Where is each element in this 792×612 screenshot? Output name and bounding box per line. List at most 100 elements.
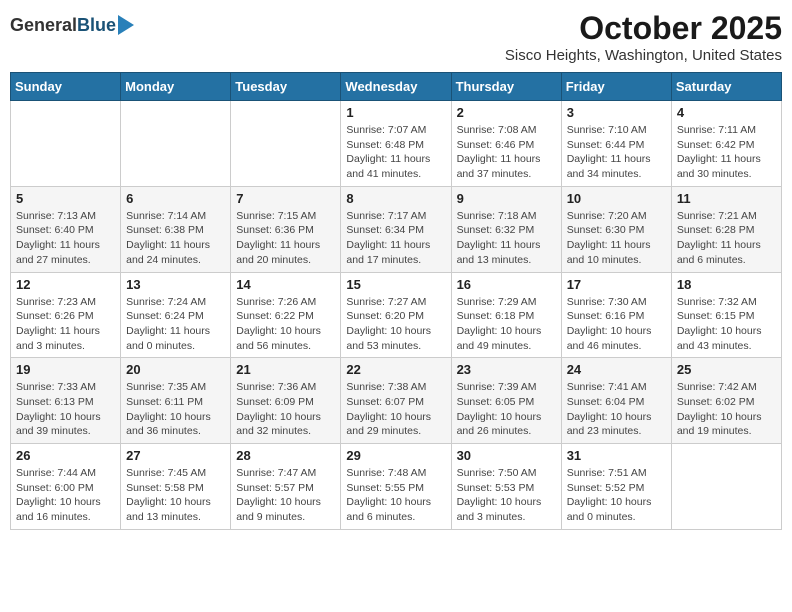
day-info: Sunrise: 7:44 AM Sunset: 6:00 PM Dayligh…: [16, 466, 115, 525]
day-number: 27: [126, 448, 225, 463]
day-number: 18: [677, 277, 776, 292]
day-info: Sunrise: 7:20 AM Sunset: 6:30 PM Dayligh…: [567, 209, 666, 268]
header-friday: Friday: [561, 73, 671, 101]
logo-general: General: [10, 15, 77, 36]
calendar-cell: 26 Sunrise: 7:44 AM Sunset: 6:00 PM Dayli…: [11, 444, 121, 530]
calendar-cell: 12 Sunrise: 7:23 AM Sunset: 6:26 PM Dayli…: [11, 272, 121, 358]
calendar-cell: 15 Sunrise: 7:27 AM Sunset: 6:20 PM Dayli…: [341, 272, 451, 358]
day-number: 4: [677, 105, 776, 120]
calendar-week-row: 1 Sunrise: 7:07 AM Sunset: 6:48 PM Daylig…: [11, 101, 782, 187]
day-info: Sunrise: 7:42 AM Sunset: 6:02 PM Dayligh…: [677, 380, 776, 439]
day-info: Sunrise: 7:10 AM Sunset: 6:44 PM Dayligh…: [567, 123, 666, 182]
header-thursday: Thursday: [451, 73, 561, 101]
calendar-cell: 10Sunrise: 7:20 AM Sunset: 6:30 PM Dayli…: [561, 186, 671, 272]
day-info: Sunrise: 7:32 AM Sunset: 6:15 PM Dayligh…: [677, 295, 776, 354]
day-number: 6: [126, 191, 225, 206]
day-info: Sunrise: 7:23 AM Sunset: 6:26 PM Dayligh…: [16, 295, 115, 354]
day-number: 24: [567, 362, 666, 377]
calendar-cell: 29 Sunrise: 7:48 AM Sunset: 5:55 PM Dayli…: [341, 444, 451, 530]
day-info: Sunrise: 7:11 AM Sunset: 6:42 PM Dayligh…: [677, 123, 776, 182]
day-number: 20: [126, 362, 225, 377]
day-info: Sunrise: 7:24 AM Sunset: 6:24 PM Dayligh…: [126, 295, 225, 354]
day-number: 17: [567, 277, 666, 292]
title-area: October 2025 Sisco Heights, Washington, …: [505, 10, 782, 64]
header-saturday: Saturday: [671, 73, 781, 101]
calendar-cell: 17 Sunrise: 7:30 AM Sunset: 6:16 PM Dayli…: [561, 272, 671, 358]
day-info: Sunrise: 7:30 AM Sunset: 6:16 PM Dayligh…: [567, 295, 666, 354]
day-number: 15: [346, 277, 445, 292]
calendar-cell: [671, 444, 781, 530]
calendar-table: SundayMondayTuesdayWednesdayThursdayFrid…: [10, 72, 782, 530]
day-number: 7: [236, 191, 335, 206]
calendar-cell: 14 Sunrise: 7:26 AM Sunset: 6:22 PM Dayli…: [231, 272, 341, 358]
logo-blue: Blue: [77, 15, 116, 36]
day-info: Sunrise: 7:33 AM Sunset: 6:13 PM Dayligh…: [16, 380, 115, 439]
day-info: Sunrise: 7:47 AM Sunset: 5:57 PM Dayligh…: [236, 466, 335, 525]
day-info: Sunrise: 7:26 AM Sunset: 6:22 PM Dayligh…: [236, 295, 335, 354]
month-title: October 2025: [505, 10, 782, 47]
day-number: 25: [677, 362, 776, 377]
logo: General Blue: [10, 15, 134, 36]
header-monday: Monday: [121, 73, 231, 101]
header-wednesday: Wednesday: [341, 73, 451, 101]
day-info: Sunrise: 7:18 AM Sunset: 6:32 PM Dayligh…: [457, 209, 556, 268]
day-number: 14: [236, 277, 335, 292]
day-number: 11: [677, 191, 776, 206]
day-info: Sunrise: 7:45 AM Sunset: 5:58 PM Dayligh…: [126, 466, 225, 525]
calendar-cell: 3 Sunrise: 7:10 AM Sunset: 6:44 PM Daylig…: [561, 101, 671, 187]
day-info: Sunrise: 7:17 AM Sunset: 6:34 PM Dayligh…: [346, 209, 445, 268]
day-info: Sunrise: 7:35 AM Sunset: 6:11 PM Dayligh…: [126, 380, 225, 439]
calendar-cell: 27 Sunrise: 7:45 AM Sunset: 5:58 PM Dayli…: [121, 444, 231, 530]
header-sunday: Sunday: [11, 73, 121, 101]
day-number: 5: [16, 191, 115, 206]
day-info: Sunrise: 7:41 AM Sunset: 6:04 PM Dayligh…: [567, 380, 666, 439]
day-info: Sunrise: 7:29 AM Sunset: 6:18 PM Dayligh…: [457, 295, 556, 354]
day-info: Sunrise: 7:51 AM Sunset: 5:52 PM Dayligh…: [567, 466, 666, 525]
day-info: Sunrise: 7:48 AM Sunset: 5:55 PM Dayligh…: [346, 466, 445, 525]
day-info: Sunrise: 7:39 AM Sunset: 6:05 PM Dayligh…: [457, 380, 556, 439]
day-number: 3: [567, 105, 666, 120]
calendar-cell: 19 Sunrise: 7:33 AM Sunset: 6:13 PM Dayli…: [11, 358, 121, 444]
day-info: Sunrise: 7:50 AM Sunset: 5:53 PM Dayligh…: [457, 466, 556, 525]
day-info: Sunrise: 7:13 AM Sunset: 6:40 PM Dayligh…: [16, 209, 115, 268]
calendar-cell: 6Sunrise: 7:14 AM Sunset: 6:38 PM Daylig…: [121, 186, 231, 272]
day-info: Sunrise: 7:27 AM Sunset: 6:20 PM Dayligh…: [346, 295, 445, 354]
calendar-cell: 13 Sunrise: 7:24 AM Sunset: 6:24 PM Dayli…: [121, 272, 231, 358]
location-subtitle: Sisco Heights, Washington, United States: [505, 47, 782, 64]
calendar-cell: [11, 101, 121, 187]
calendar-week-row: 19 Sunrise: 7:33 AM Sunset: 6:13 PM Dayli…: [11, 358, 782, 444]
day-number: 8: [346, 191, 445, 206]
calendar-cell: 9 Sunrise: 7:18 AM Sunset: 6:32 PM Daylig…: [451, 186, 561, 272]
day-number: 21: [236, 362, 335, 377]
day-number: 26: [16, 448, 115, 463]
day-number: 1: [346, 105, 445, 120]
day-info: Sunrise: 7:08 AM Sunset: 6:46 PM Dayligh…: [457, 123, 556, 182]
calendar-cell: 2Sunrise: 7:08 AM Sunset: 6:46 PM Daylig…: [451, 101, 561, 187]
day-info: Sunrise: 7:15 AM Sunset: 6:36 PM Dayligh…: [236, 209, 335, 268]
page-header: General Blue October 2025 Sisco Heights,…: [10, 10, 782, 64]
day-number: 23: [457, 362, 556, 377]
header-tuesday: Tuesday: [231, 73, 341, 101]
calendar-cell: 4 Sunrise: 7:11 AM Sunset: 6:42 PM Daylig…: [671, 101, 781, 187]
calendar-cell: 7 Sunrise: 7:15 AM Sunset: 6:36 PM Daylig…: [231, 186, 341, 272]
day-number: 12: [16, 277, 115, 292]
calendar-cell: 30Sunrise: 7:50 AM Sunset: 5:53 PM Dayli…: [451, 444, 561, 530]
calendar-week-row: 12 Sunrise: 7:23 AM Sunset: 6:26 PM Dayli…: [11, 272, 782, 358]
calendar-cell: 31 Sunrise: 7:51 AM Sunset: 5:52 PM Dayli…: [561, 444, 671, 530]
day-info: Sunrise: 7:36 AM Sunset: 6:09 PM Dayligh…: [236, 380, 335, 439]
calendar-cell: 23 Sunrise: 7:39 AM Sunset: 6:05 PM Dayli…: [451, 358, 561, 444]
calendar-cell: [231, 101, 341, 187]
day-number: 19: [16, 362, 115, 377]
calendar-cell: 5 Sunrise: 7:13 AM Sunset: 6:40 PM Daylig…: [11, 186, 121, 272]
calendar-cell: 20 Sunrise: 7:35 AM Sunset: 6:11 PM Dayli…: [121, 358, 231, 444]
day-number: 29: [346, 448, 445, 463]
day-info: Sunrise: 7:38 AM Sunset: 6:07 PM Dayligh…: [346, 380, 445, 439]
calendar-cell: 21 Sunrise: 7:36 AM Sunset: 6:09 PM Dayli…: [231, 358, 341, 444]
day-number: 22: [346, 362, 445, 377]
calendar-cell: 28Sunrise: 7:47 AM Sunset: 5:57 PM Dayli…: [231, 444, 341, 530]
day-number: 9: [457, 191, 556, 206]
day-info: Sunrise: 7:07 AM Sunset: 6:48 PM Dayligh…: [346, 123, 445, 182]
calendar-cell: [121, 101, 231, 187]
day-number: 31: [567, 448, 666, 463]
day-number: 13: [126, 277, 225, 292]
